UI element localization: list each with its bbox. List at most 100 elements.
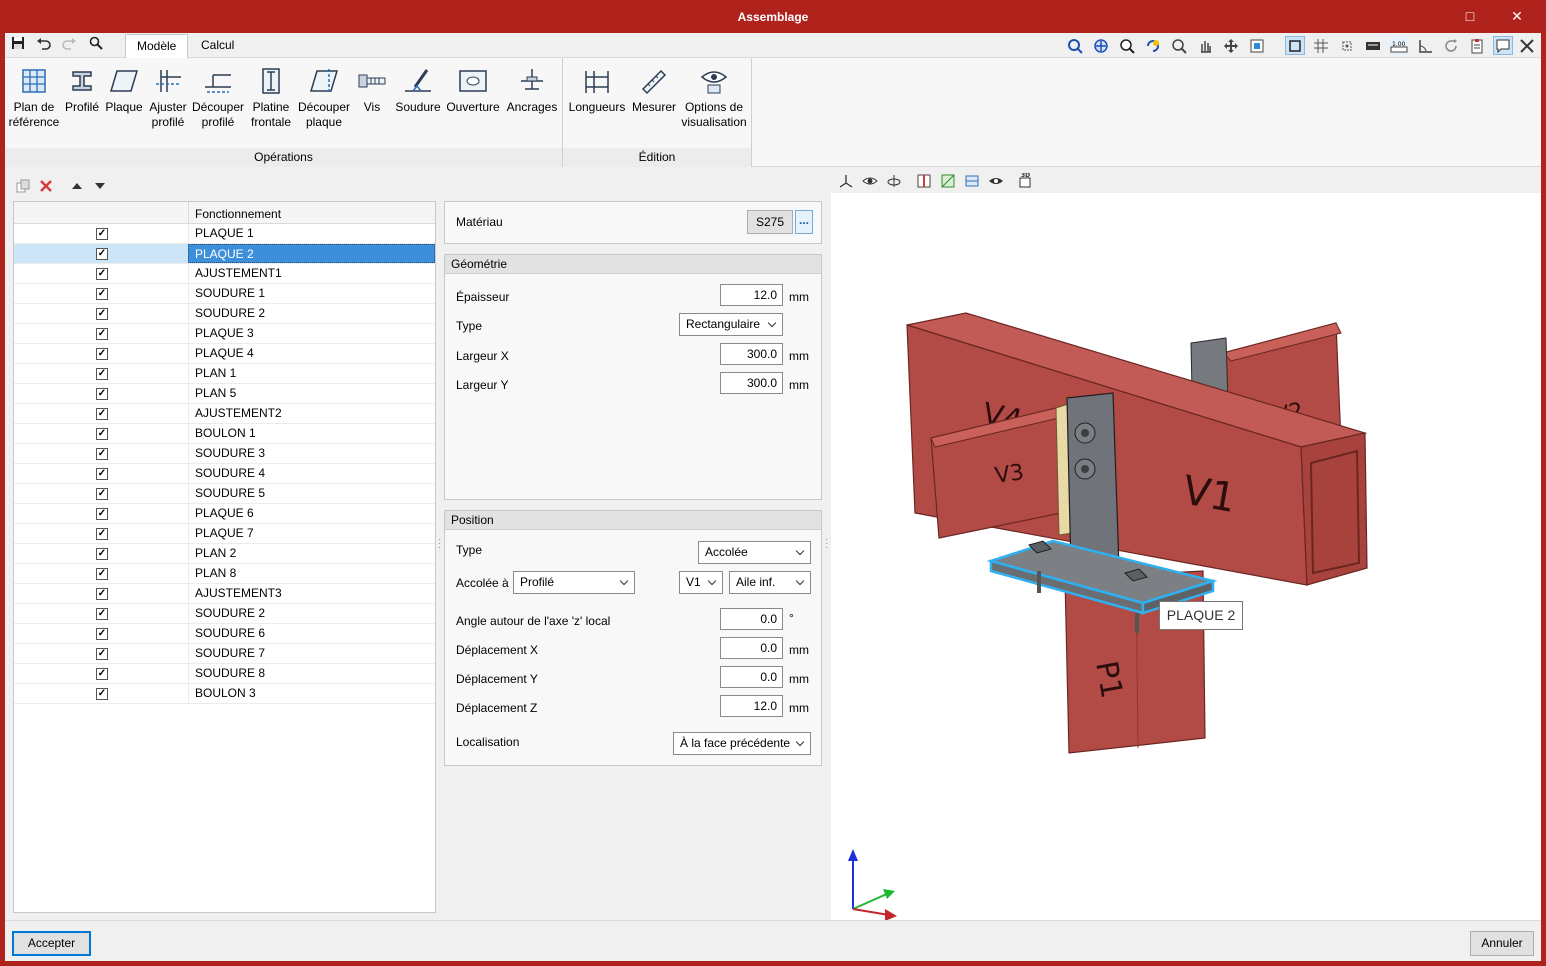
attached-face-select[interactable]: Aile inf. xyxy=(729,571,811,594)
table-row[interactable]: ✓ SOUDURE 2 xyxy=(14,604,435,624)
rotate-icon[interactable] xyxy=(1441,36,1461,55)
comment-icon[interactable] xyxy=(1493,36,1513,55)
table-row[interactable]: ✓ PLAN 2 xyxy=(14,544,435,564)
anchors-button[interactable]: Ancrages xyxy=(505,62,559,115)
row-checkbox[interactable]: ✓ xyxy=(96,588,108,600)
view-options-button[interactable]: Options de visualisation xyxy=(680,62,748,130)
search-icon[interactable] xyxy=(87,36,105,54)
attached-member-select[interactable]: V1 xyxy=(679,571,723,594)
maximize-button[interactable]: □ xyxy=(1460,6,1480,26)
axes-icon[interactable] xyxy=(837,172,855,190)
table-row[interactable]: ✓ SOUDURE 8 xyxy=(14,664,435,684)
row-checkbox[interactable]: ✓ xyxy=(96,428,108,440)
3d-viewport[interactable]: V2 V1 V4 V3 P1 xyxy=(831,193,1541,921)
table-row[interactable]: ✓ PLAQUE 6 xyxy=(14,504,435,524)
material-value-button[interactable]: S275 xyxy=(747,210,793,234)
row-checkbox[interactable]: ✓ xyxy=(96,528,108,540)
cancel-button[interactable]: Annuler xyxy=(1470,931,1534,956)
row-checkbox[interactable]: ✓ xyxy=(96,648,108,660)
table-row[interactable]: ✓ SOUDURE 6 xyxy=(14,624,435,644)
tools-icon[interactable] xyxy=(1517,36,1537,55)
tab-modele[interactable]: Modèle xyxy=(125,34,189,58)
table-row[interactable]: ✓ AJUSTEMENT3 xyxy=(14,584,435,604)
table-row[interactable]: ✓ SOUDURE 2 xyxy=(14,304,435,324)
move-up-icon[interactable] xyxy=(68,177,86,195)
attached-kind-select[interactable]: Profilé xyxy=(513,571,635,594)
lengths-button[interactable]: Longueurs xyxy=(566,62,628,115)
grid-icon[interactable] xyxy=(1311,36,1331,55)
displacement-x-input[interactable]: 0.0 xyxy=(720,637,783,659)
end-plate-button[interactable]: Platine frontale xyxy=(249,62,293,130)
table-row[interactable]: ✓ AJUSTEMENT2 xyxy=(14,404,435,424)
screw-button[interactable]: Vis xyxy=(357,62,387,115)
row-checkbox[interactable]: ✓ xyxy=(96,608,108,620)
location-select[interactable]: À la face précédente xyxy=(673,732,811,755)
row-checkbox[interactable]: ✓ xyxy=(96,408,108,420)
thickness-input[interactable]: 12.0 xyxy=(720,284,783,306)
pan-hand-icon[interactable] xyxy=(1195,36,1215,55)
snap-icon[interactable] xyxy=(1337,36,1357,55)
section-icon[interactable] xyxy=(915,172,933,190)
row-checkbox[interactable]: ✓ xyxy=(96,668,108,680)
table-row[interactable]: ✓ PLAQUE 2 xyxy=(14,244,435,264)
table-row[interactable]: ✓ SOUDURE 3 xyxy=(14,444,435,464)
hide-eye-icon[interactable] xyxy=(987,172,1005,190)
row-checkbox[interactable]: ✓ xyxy=(96,628,108,640)
row-checkbox[interactable]: ✓ xyxy=(96,348,108,360)
close-window-button[interactable]: ✕ xyxy=(1507,6,1527,26)
visibility-eye-icon[interactable] xyxy=(861,172,879,190)
geometry-type-select[interactable]: Rectangulaire xyxy=(679,313,783,336)
splitter-handle[interactable]: · · · xyxy=(438,535,442,553)
row-checkbox[interactable]: ✓ xyxy=(96,368,108,380)
splitter-handle[interactable]: · · · xyxy=(825,535,829,553)
row-checkbox[interactable]: ✓ xyxy=(96,388,108,400)
table-row[interactable]: ✓ PLAQUE 4 xyxy=(14,344,435,364)
measure-button[interactable]: Mesurer xyxy=(629,62,679,115)
position-type-select[interactable]: Accolée xyxy=(698,541,811,564)
table-row[interactable]: ✓ PLAN 8 xyxy=(14,564,435,584)
cut-plate-button[interactable]: Découper plaque xyxy=(295,62,353,130)
row-checkbox[interactable]: ✓ xyxy=(96,568,108,580)
row-checkbox[interactable]: ✓ xyxy=(96,448,108,460)
displacement-y-input[interactable]: 0.0 xyxy=(720,666,783,688)
refresh-view-icon[interactable] xyxy=(1143,36,1163,55)
weld-button[interactable]: Soudure xyxy=(393,62,443,115)
undo-icon[interactable] xyxy=(35,36,53,54)
tab-calcul[interactable]: Calcul xyxy=(190,34,245,58)
profile-button[interactable]: Profilé xyxy=(63,62,101,115)
view-window-icon[interactable] xyxy=(1247,36,1267,55)
angle-input[interactable]: 0.0 xyxy=(720,608,783,630)
adjust-profile-button[interactable]: Ajuster profilé xyxy=(147,62,189,130)
width-y-input[interactable]: 300.0 xyxy=(720,372,783,394)
accept-button[interactable]: Accepter xyxy=(12,931,91,956)
table-row[interactable]: ✓ AJUSTEMENT1 xyxy=(14,264,435,284)
zoom-icon[interactable] xyxy=(1169,36,1189,55)
row-checkbox[interactable]: ✓ xyxy=(96,328,108,340)
orbit-icon[interactable] xyxy=(1221,36,1241,55)
table-row[interactable]: ✓ SOUDURE 4 xyxy=(14,464,435,484)
view-3d-icon[interactable]: 3D xyxy=(1017,172,1035,190)
row-checkbox[interactable]: ✓ xyxy=(96,228,108,240)
copy-icon[interactable] xyxy=(14,177,32,195)
keyboard-icon[interactable] xyxy=(1363,36,1383,55)
row-checkbox[interactable]: ✓ xyxy=(96,468,108,480)
row-checkbox[interactable]: ✓ xyxy=(96,548,108,560)
plane-view-icon[interactable] xyxy=(939,172,957,190)
zoom-previous-icon[interactable] xyxy=(1065,36,1085,55)
table-row[interactable]: ✓ PLAN 1 xyxy=(14,364,435,384)
dimension-scale-icon[interactable]: 1.00 xyxy=(1389,36,1409,55)
row-checkbox[interactable]: ✓ xyxy=(96,288,108,300)
zoom-extents-icon[interactable] xyxy=(1091,36,1111,55)
delete-icon[interactable] xyxy=(37,177,55,195)
row-checkbox[interactable]: ✓ xyxy=(96,308,108,320)
table-row[interactable]: ✓ SOUDURE 1 xyxy=(14,284,435,304)
row-checkbox[interactable]: ✓ xyxy=(96,488,108,500)
material-more-button[interactable]: ... xyxy=(795,210,813,234)
row-checkbox[interactable]: ✓ xyxy=(96,508,108,520)
table-row[interactable]: ✓ SOUDURE 7 xyxy=(14,644,435,664)
save-icon[interactable] xyxy=(9,36,27,54)
orbit-view-icon[interactable] xyxy=(885,172,903,190)
redo-icon[interactable] xyxy=(60,36,78,54)
table-row[interactable]: ✓ PLAQUE 7 xyxy=(14,524,435,544)
move-down-icon[interactable] xyxy=(91,177,109,195)
